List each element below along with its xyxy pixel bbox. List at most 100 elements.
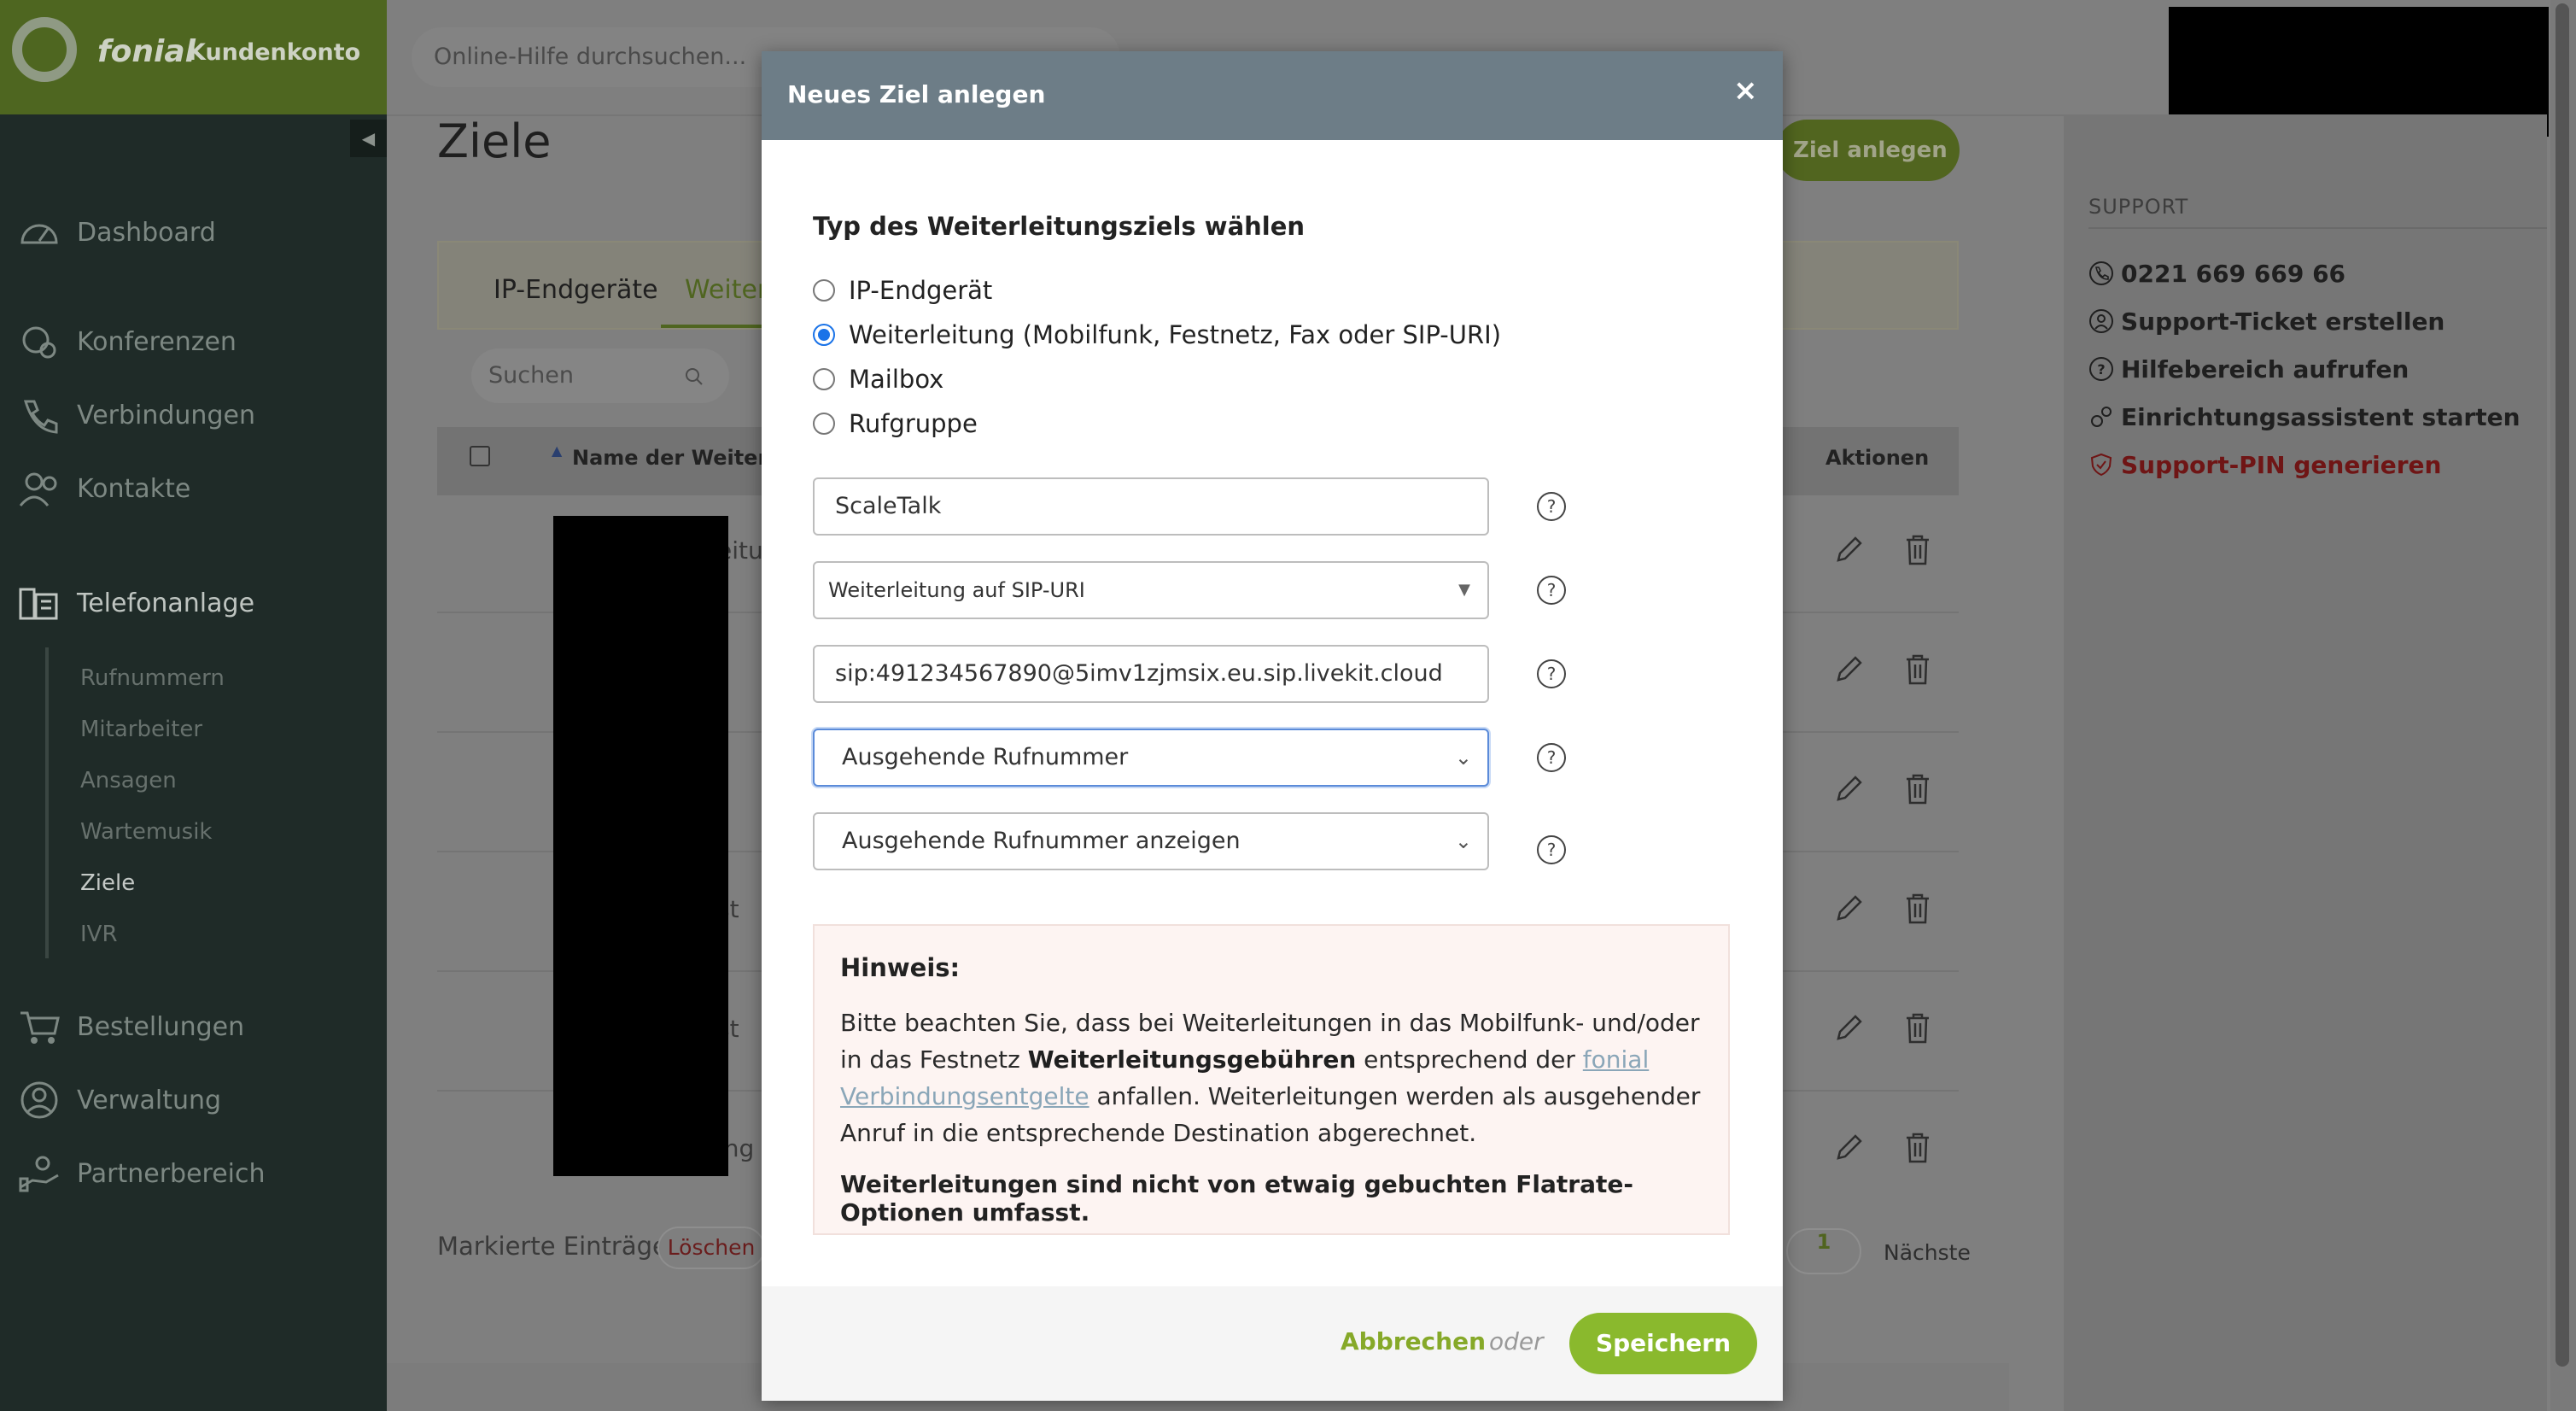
trash-icon[interactable] xyxy=(1900,770,1936,806)
help-icon[interactable]: ? xyxy=(1537,743,1566,772)
sub-mitarbeiter[interactable]: Mitarbeiter xyxy=(80,712,202,746)
radio-button[interactable] xyxy=(813,279,835,302)
phone-icon xyxy=(17,395,61,436)
active-tab-indicator xyxy=(661,325,762,328)
radio-label: Rufgruppe xyxy=(849,409,978,438)
tab-ip-endgeraete[interactable]: IP-Endgeräte xyxy=(494,275,658,305)
select-value: Ausgehende Rufnummer xyxy=(842,744,1129,770)
radio-label: Weiterleitung (Mobilfunk, Festnetz, Fax … xyxy=(849,320,1502,349)
target-name-input[interactable]: ScaleTalk xyxy=(813,477,1489,536)
radio-button-selected[interactable] xyxy=(813,324,835,346)
support-pin-link[interactable]: Support-PIN generieren xyxy=(2088,446,2441,483)
nav-bestellungen[interactable]: Bestellungen xyxy=(17,1004,244,1049)
sort-asc-icon[interactable]: ▲ xyxy=(552,442,562,459)
hint-bold-term: Weiterleitungsgebühren xyxy=(1027,1045,1357,1074)
support-label: Hilfebereich aufrufen xyxy=(2121,354,2410,383)
trash-icon[interactable] xyxy=(1900,890,1936,926)
nav-label: Partnerbereich xyxy=(77,1158,266,1189)
radio-button[interactable] xyxy=(813,368,835,390)
trash-icon[interactable] xyxy=(1900,1129,1936,1165)
gears-icon xyxy=(2091,407,2112,427)
delete-selected-button[interactable]: Löschen xyxy=(657,1227,765,1269)
close-icon[interactable]: × xyxy=(1733,73,1758,108)
collapse-sidebar-button[interactable]: ◀ xyxy=(350,120,387,157)
nav-verbindungen[interactable]: Verbindungen xyxy=(17,393,255,437)
nav-partnerbereich[interactable]: Partnerbereich xyxy=(17,1151,266,1196)
pagination-next[interactable]: Nächste xyxy=(1884,1240,1971,1265)
sub-wartemusik[interactable]: Wartemusik xyxy=(80,815,213,849)
support-label: Support-Ticket erstellen xyxy=(2121,307,2445,336)
radio-rufgruppe[interactable]: Rufgruppe xyxy=(813,407,978,441)
conference-icon xyxy=(17,321,61,362)
edit-icon[interactable] xyxy=(1831,651,1867,687)
scrollbar-thumb[interactable] xyxy=(2556,3,2569,1367)
sip-uri-input[interactable]: sip:491234567890@5imv1zjmsix.eu.sip.live… xyxy=(813,645,1489,703)
trash-icon[interactable] xyxy=(1900,651,1936,687)
hint-note: Weiterleitungen sind nicht von etwaig ge… xyxy=(840,1170,1633,1227)
shield-icon xyxy=(2090,453,2112,477)
show-number-select[interactable]: Ausgehende Rufnummer anzeigen ⌄ xyxy=(813,812,1489,870)
submenu-rail xyxy=(45,647,49,958)
marked-entries-label: Markierte Einträge xyxy=(437,1232,668,1261)
sub-ziele[interactable]: Ziele xyxy=(80,866,135,900)
nav-kontakte[interactable]: Kontakte xyxy=(17,466,190,511)
edit-icon[interactable] xyxy=(1831,890,1867,926)
nav-label: Verbindungen xyxy=(77,400,255,430)
speedometer-icon xyxy=(17,212,61,253)
phone-icon xyxy=(2089,261,2113,285)
select-value: Ausgehende Rufnummer anzeigen xyxy=(842,828,1241,854)
nav-dashboard[interactable]: Dashboard xyxy=(17,210,216,255)
sub-ansagen[interactable]: Ansagen xyxy=(80,764,177,798)
cancel-button[interactable]: Abbrechen xyxy=(1341,1327,1486,1355)
outgoing-number-select[interactable]: Ausgehende Rufnummer ⌄ xyxy=(813,729,1489,787)
pagination-page[interactable]: 1 xyxy=(1786,1228,1861,1274)
user-icon xyxy=(17,1080,61,1121)
chevron-down-icon: ⌄ xyxy=(1454,829,1472,853)
support-phone-link[interactable]: 0221 669 669 66 xyxy=(2088,255,2345,292)
nav-konferenzen[interactable]: Konferenzen xyxy=(17,319,237,364)
help-icon[interactable]: ? xyxy=(1537,492,1566,521)
forward-type-select[interactable]: Weiterleitung auf SIP-URI ▼ xyxy=(813,561,1489,619)
nav-label: Bestellungen xyxy=(77,1011,245,1042)
radio-label: Mailbox xyxy=(849,365,944,394)
radio-button[interactable] xyxy=(813,413,835,435)
search-icon xyxy=(686,368,703,385)
page-title: Ziele xyxy=(437,114,552,168)
select-all-checkbox[interactable] xyxy=(470,446,490,466)
partner-icon xyxy=(17,1153,61,1194)
edit-icon[interactable] xyxy=(1831,1010,1867,1045)
support-label: Einrichtungsassistent starten xyxy=(2121,402,2521,431)
ticket-icon xyxy=(2089,309,2113,333)
new-target-button[interactable]: Ziel anlegen xyxy=(1776,120,1960,181)
edit-icon[interactable] xyxy=(1831,1129,1867,1165)
support-label: 0221 669 669 66 xyxy=(2121,259,2346,288)
chevron-down-icon: ⌄ xyxy=(1454,746,1472,770)
help-icon[interactable]: ? xyxy=(1537,659,1566,688)
radio-ip-endgeraet[interactable]: IP-Endgerät xyxy=(813,273,992,307)
sub-rufnummern[interactable]: Rufnummern xyxy=(80,661,225,695)
sub-ivr[interactable]: IVR xyxy=(80,917,118,951)
list-search-input[interactable]: Suchen xyxy=(471,348,729,403)
support-help-link[interactable]: ? Hilfebereich aufrufen xyxy=(2088,350,2409,388)
save-button[interactable]: Speichern xyxy=(1569,1313,1757,1374)
trash-icon[interactable] xyxy=(1900,531,1936,567)
hint-text-part: entsprechend der xyxy=(1356,1045,1583,1074)
edit-icon[interactable] xyxy=(1831,531,1867,567)
radio-weiterleitung[interactable]: Weiterleitung (Mobilfunk, Festnetz, Fax … xyxy=(813,318,1501,352)
or-separator: oder xyxy=(1489,1327,1544,1355)
support-ticket-link[interactable]: Support-Ticket erstellen xyxy=(2088,302,2445,340)
edit-icon[interactable] xyxy=(1831,770,1867,806)
nav-label: Kontakte xyxy=(77,473,191,504)
help-icon[interactable]: ? xyxy=(1537,576,1566,605)
nav-verwaltung[interactable]: Verwaltung xyxy=(17,1078,221,1122)
trash-icon[interactable] xyxy=(1900,1010,1936,1045)
help-icon[interactable]: ? xyxy=(1537,835,1566,864)
support-label: Support-PIN generieren xyxy=(2121,450,2442,479)
radio-mailbox[interactable]: Mailbox xyxy=(813,362,943,396)
support-wizard-link[interactable]: Einrichtungsassistent starten xyxy=(2088,398,2521,436)
dropdown-arrow-icon: ▼ xyxy=(1458,581,1470,599)
column-actions-header: Aktionen xyxy=(1825,446,1930,470)
help-icon: ? xyxy=(2089,357,2113,381)
nav-telefonanlage[interactable]: Telefonanlage xyxy=(17,581,254,625)
pbx-icon xyxy=(17,583,61,624)
